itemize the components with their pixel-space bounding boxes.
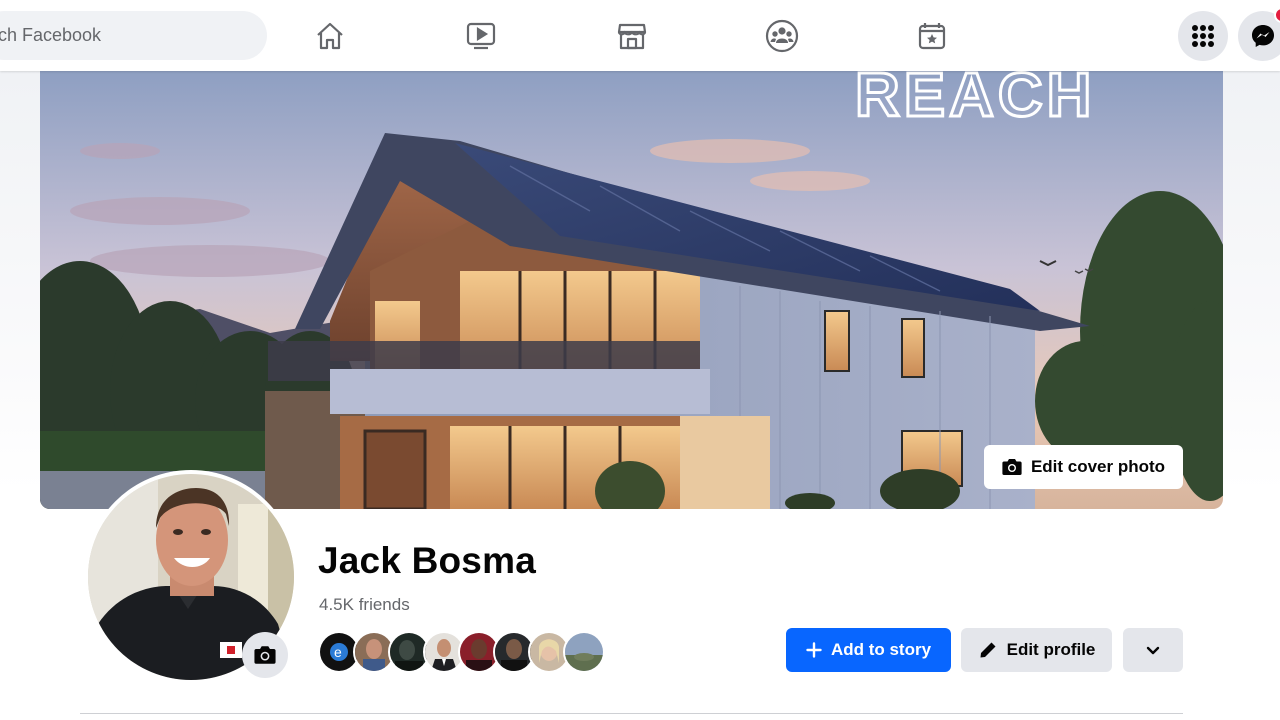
messenger-icon[interactable] [1238, 7, 1280, 61]
friend-avatars: e [318, 631, 605, 673]
edit-profile-label: Edit profile [1006, 640, 1096, 659]
plus-icon [806, 642, 822, 658]
section-divider [80, 713, 1183, 714]
top-navigation-bar: ch Facebook [0, 0, 1280, 71]
edit-cover-label: Edit cover photo [1030, 457, 1166, 476]
add-to-story-label: Add to story [830, 640, 932, 659]
cover-watermark: REACH [855, 71, 1095, 130]
add-to-story-button[interactable]: Add to story [786, 628, 951, 672]
groups-icon[interactable] [760, 14, 804, 58]
notification-badge [1274, 7, 1280, 23]
gaming-icon[interactable] [910, 14, 954, 58]
camera-icon [1002, 459, 1022, 475]
marketplace-icon[interactable] [610, 14, 654, 58]
svg-text:e: e [334, 644, 342, 660]
edit-cover-photo-button[interactable]: Edit cover photo [984, 445, 1183, 489]
more-options-button[interactable] [1123, 628, 1183, 672]
cover-photo[interactable]: REACH [40, 71, 1223, 509]
chevron-down-icon [1146, 646, 1160, 655]
edit-profile-button[interactable]: Edit profile [961, 628, 1112, 672]
friend-avatar[interactable] [563, 631, 605, 673]
profile-name: Jack Bosma [318, 540, 536, 581]
grid-menu-icon[interactable] [1178, 11, 1228, 61]
search-field[interactable]: ch Facebook [0, 11, 267, 60]
pencil-icon [980, 642, 996, 658]
search-input[interactable]: ch Facebook [0, 25, 101, 46]
friends-count[interactable]: 4.5K friends [319, 595, 410, 615]
update-profile-picture-button[interactable] [242, 632, 288, 678]
video-icon[interactable] [459, 14, 503, 58]
camera-icon [254, 646, 276, 664]
home-icon[interactable] [308, 14, 352, 58]
